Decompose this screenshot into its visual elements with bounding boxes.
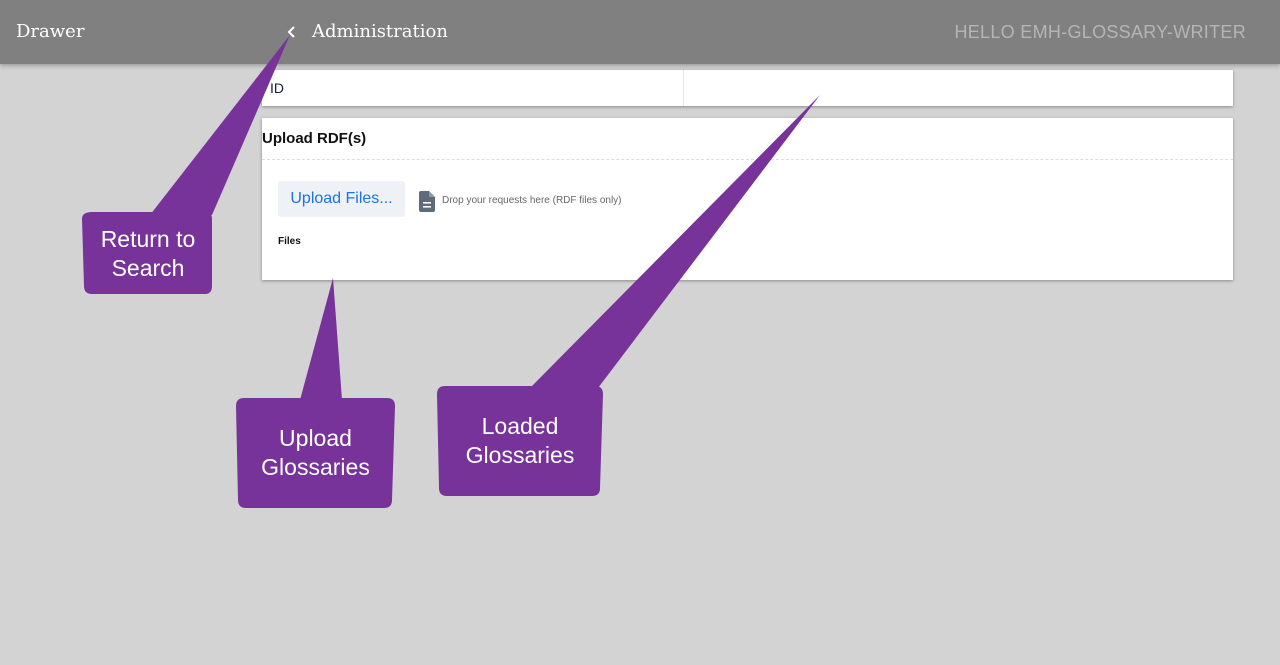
upload-glossaries-callout: Upload Glossaries — [238, 424, 393, 482]
callout-text-line: Glossaries — [261, 454, 370, 480]
loaded-glossaries-callout: Loaded Glossaries — [439, 412, 601, 470]
callout-text-line: Search — [111, 255, 185, 281]
return-to-search-callout: Return to Search — [84, 225, 212, 283]
callout-text-line: Glossaries — [465, 442, 575, 468]
callout-text-line: Loaded — [481, 413, 559, 439]
callout-text-line: Upload — [279, 425, 352, 451]
annotation-callouts — [82, 35, 820, 508]
callout-text-line: Return to — [100, 226, 196, 252]
